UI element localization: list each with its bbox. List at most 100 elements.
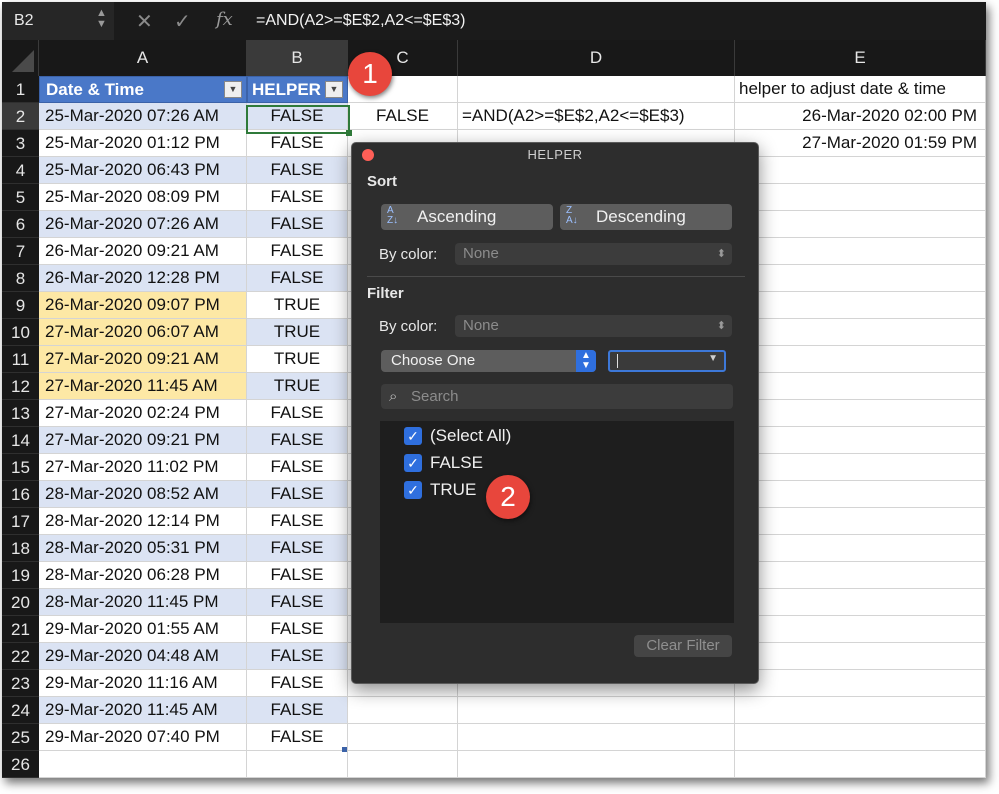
empty-cell[interactable] [735,616,986,643]
empty-cell[interactable] [735,724,986,751]
empty-cell[interactable] [735,211,986,238]
cell-e2[interactable]: 26-Mar-2020 02:00 PM [735,103,986,130]
empty-cell[interactable] [735,400,986,427]
empty-cell[interactable] [735,427,986,454]
empty-cell[interactable] [735,697,986,724]
empty-cell[interactable] [458,697,735,724]
date-time-cell[interactable]: 27-Mar-2020 06:07 AM [39,319,247,346]
helper-cell[interactable]: FALSE [247,130,348,157]
cell-d1[interactable] [458,76,735,103]
helper-cell[interactable]: FALSE [247,427,348,454]
clear-filter-button[interactable]: Clear Filter [634,635,732,657]
header-cell-helper[interactable]: HELPER ▼ [247,76,348,103]
table-resize-handle[interactable] [342,747,347,752]
row-header[interactable]: 9 [2,292,39,319]
row-header[interactable]: 4 [2,157,39,184]
helper-cell[interactable]: FALSE [247,616,348,643]
date-time-cell[interactable]: 29-Mar-2020 01:55 AM [39,616,247,643]
filter-values-list[interactable]: ✓ (Select All) ✓ FALSE ✓ TRUE [380,421,734,623]
empty-cell[interactable] [458,724,735,751]
date-time-cell[interactable]: 28-Mar-2020 08:52 AM [39,481,247,508]
filter-dropdown-icon[interactable]: ▼ [325,81,343,98]
date-time-cell[interactable]: 29-Mar-2020 11:45 AM [39,697,247,724]
cell-e3[interactable]: 27-Mar-2020 01:59 PM [735,130,986,157]
name-box-stepper-icon[interactable]: ▲ ▼ [96,8,107,30]
condition-select[interactable]: Choose One ▲ ▼ [381,350,596,372]
row-header[interactable]: 8 [2,265,39,292]
row-header[interactable]: 1 [2,76,39,103]
date-time-cell[interactable]: 29-Mar-2020 04:48 AM [39,643,247,670]
search-input[interactable]: ⌕ Search [381,384,733,409]
row-header[interactable]: 17 [2,508,39,535]
empty-cell[interactable] [735,346,986,373]
empty-cell[interactable] [348,724,458,751]
empty-cell[interactable] [735,454,986,481]
row-header[interactable]: 26 [2,751,39,778]
helper-cell[interactable]: FALSE [247,508,348,535]
column-header-b[interactable]: B [247,40,348,76]
row-header[interactable]: 19 [2,562,39,589]
name-box[interactable]: B2 ▲ ▼ [2,2,114,40]
empty-cell[interactable] [247,751,348,778]
chevron-down-icon[interactable]: ▼ [708,353,718,364]
row-header[interactable]: 18 [2,535,39,562]
helper-cell[interactable]: FALSE [247,265,348,292]
helper-cell[interactable]: FALSE [247,400,348,427]
date-time-cell[interactable]: 29-Mar-2020 07:40 PM [39,724,247,751]
helper-cell[interactable]: FALSE [247,211,348,238]
empty-cell[interactable] [348,697,458,724]
checkbox-true[interactable]: ✓ [404,481,422,499]
date-time-cell[interactable]: 25-Mar-2020 01:12 PM [39,130,247,157]
helper-cell[interactable]: TRUE [247,319,348,346]
cell-c2[interactable]: FALSE [348,103,458,130]
row-header[interactable]: 13 [2,400,39,427]
row-header[interactable]: 7 [2,238,39,265]
date-time-cell[interactable]: 28-Mar-2020 05:31 PM [39,535,247,562]
date-time-cell[interactable]: 25-Mar-2020 07:26 AM [39,103,247,130]
date-time-cell[interactable]: 27-Mar-2020 09:21 AM [39,346,247,373]
column-header-a[interactable]: A [39,40,247,76]
empty-cell[interactable] [735,238,986,265]
filter-by-color-select[interactable]: None ⬍ [455,315,732,337]
date-time-cell[interactable]: 28-Mar-2020 11:45 PM [39,589,247,616]
date-time-cell[interactable]: 27-Mar-2020 11:02 PM [39,454,247,481]
filter-dropdown-icon[interactable]: ▼ [224,81,242,98]
helper-cell[interactable]: FALSE [247,562,348,589]
checkbox-select-all[interactable]: ✓ [404,427,422,445]
helper-cell[interactable]: FALSE [247,724,348,751]
sort-ascending-button[interactable]: A Z↓ Ascending [381,204,553,230]
date-time-cell[interactable]: 28-Mar-2020 06:28 PM [39,562,247,589]
empty-cell[interactable] [735,670,986,697]
empty-cell[interactable] [735,562,986,589]
helper-cell[interactable]: FALSE [247,481,348,508]
criteria-input[interactable]: ▼ [608,350,726,372]
date-time-cell[interactable]: 25-Mar-2020 06:43 PM [39,157,247,184]
empty-cell[interactable] [735,643,986,670]
date-time-cell[interactable]: 26-Mar-2020 07:26 AM [39,211,247,238]
empty-cell[interactable] [735,373,986,400]
helper-cell[interactable]: FALSE [247,535,348,562]
helper-cell[interactable]: FALSE [247,157,348,184]
date-time-cell[interactable]: 27-Mar-2020 09:21 PM [39,427,247,454]
helper-cell[interactable]: TRUE [247,292,348,319]
column-header-e[interactable]: E [735,40,986,76]
row-header[interactable]: 15 [2,454,39,481]
empty-cell[interactable] [458,751,735,778]
checkbox-false[interactable]: ✓ [404,454,422,472]
empty-cell[interactable] [735,508,986,535]
empty-cell[interactable] [735,751,986,778]
formula-input[interactable]: =AND(A2>=$E$2,A2<=$E$3) [246,2,986,40]
helper-cell[interactable]: FALSE [247,184,348,211]
sort-by-color-select[interactable]: None ⬍ [455,243,732,265]
empty-cell[interactable] [735,265,986,292]
fill-handle[interactable] [346,130,352,136]
row-header[interactable]: 5 [2,184,39,211]
column-header-d[interactable]: D [458,40,735,76]
row-header[interactable]: 10 [2,319,39,346]
date-time-cell[interactable]: 26-Mar-2020 12:28 PM [39,265,247,292]
close-icon[interactable]: ✕ [136,9,153,34]
date-time-cell[interactable]: 27-Mar-2020 11:45 AM [39,373,247,400]
empty-cell[interactable] [735,184,986,211]
empty-cell[interactable] [39,751,247,778]
empty-cell[interactable] [735,535,986,562]
